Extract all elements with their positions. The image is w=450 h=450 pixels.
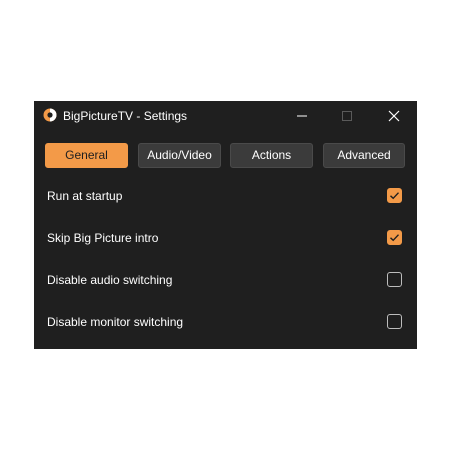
tab-advanced[interactable]: Advanced	[323, 143, 405, 168]
tab-bar: General Audio/Video Actions Advanced	[34, 101, 417, 168]
setting-disable-audio-switching: Disable audio switching	[34, 266, 417, 294]
setting-label: Disable audio switching	[47, 273, 173, 287]
checkmark-icon	[390, 234, 400, 242]
setting-run-at-startup: Run at startup	[34, 182, 417, 210]
settings-window: BigPictureTV - Settings General Audio/Vi…	[34, 101, 417, 349]
setting-label: Skip Big Picture intro	[47, 231, 159, 245]
setting-label: Disable monitor switching	[47, 315, 184, 329]
tab-actions[interactable]: Actions	[230, 143, 313, 168]
setting-label: Run at startup	[47, 189, 123, 203]
run-at-startup-checkbox[interactable]	[387, 188, 402, 203]
skip-intro-checkbox[interactable]	[387, 230, 402, 245]
tab-general[interactable]: General	[45, 143, 128, 168]
setting-disable-monitor-switching: Disable monitor switching	[34, 308, 417, 336]
disable-monitor-switching-checkbox[interactable]	[387, 314, 402, 329]
tab-audio-video[interactable]: Audio/Video	[138, 143, 221, 168]
setting-skip-big-picture-intro: Skip Big Picture intro	[34, 224, 417, 252]
disable-audio-switching-checkbox[interactable]	[387, 272, 402, 287]
checkmark-icon	[390, 192, 400, 200]
